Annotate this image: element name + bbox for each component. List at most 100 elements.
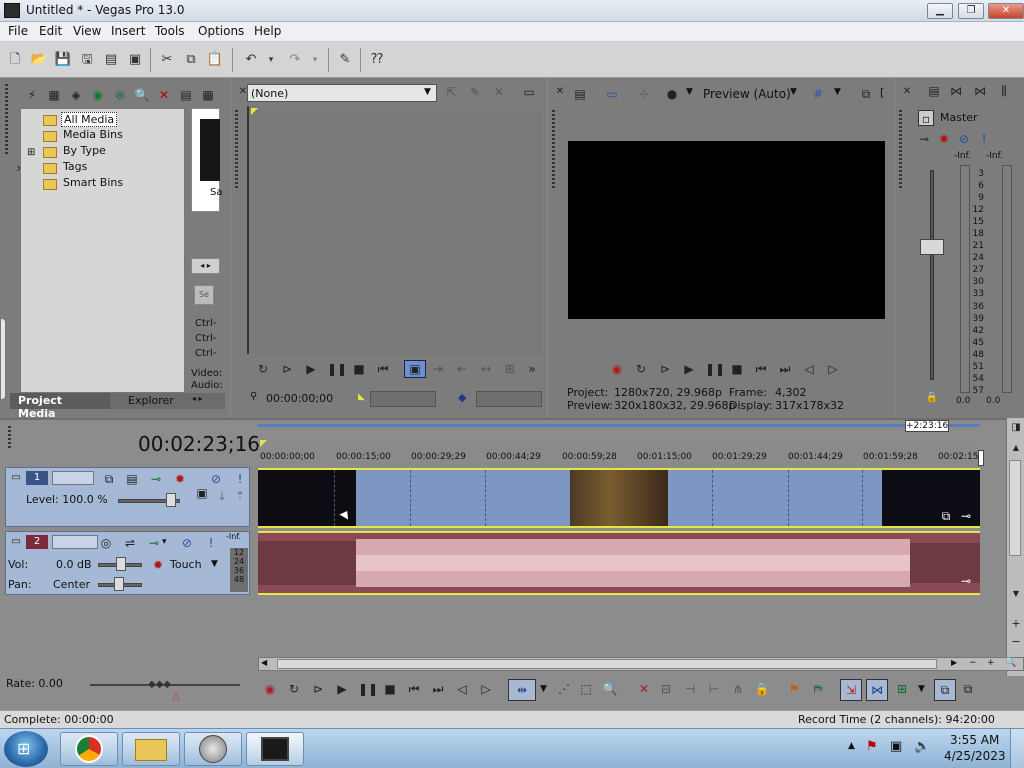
edit-icon[interactable]: ✎ xyxy=(467,84,483,100)
go-to-end-icon[interactable]: ⏭ xyxy=(430,681,446,697)
new-file-icon[interactable]: 🗋 xyxy=(6,51,24,69)
fit-icon[interactable]: ↔ xyxy=(478,361,494,377)
menu-help[interactable]: Help xyxy=(252,24,283,38)
play-icon[interactable]: ▶ xyxy=(681,361,697,377)
maximize-button[interactable]: ❐ xyxy=(958,3,984,19)
timeline-horizontal-scrollbar[interactable]: ◀ ▶ − + 🔍 xyxy=(258,657,1024,671)
track-motion-icon[interactable]: ⊸ xyxy=(148,471,164,487)
zoom-tool-icon[interactable]: 🔍 xyxy=(1005,658,1016,668)
trimmer-out-field[interactable] xyxy=(476,391,542,407)
input-icon[interactable]: ǃ xyxy=(976,131,992,147)
media-scrollbar[interactable]: ◂ ▸ xyxy=(191,258,220,274)
external-monitor-icon[interactable]: ▭ xyxy=(604,86,620,102)
copy-snapshot-icon[interactable]: ⧉ xyxy=(858,86,874,102)
trim-icon[interactable]: ⊟ xyxy=(658,681,674,697)
trimmer-view[interactable] xyxy=(247,106,543,354)
lock-icon[interactable]: 🔒 xyxy=(754,681,770,697)
event-fx-icon[interactable]: ⊸ xyxy=(958,573,974,589)
insert-marker-icon[interactable]: ⚑ xyxy=(786,681,802,697)
start-button[interactable]: ⊞ xyxy=(4,731,48,767)
show-hidden-icons[interactable]: ▲ xyxy=(848,741,855,751)
clock-time[interactable]: 3:55 AM xyxy=(950,733,999,747)
tree-item-tags[interactable]: Tags xyxy=(63,160,87,173)
refresh-icon[interactable]: ◉ xyxy=(90,87,106,103)
overlays-icon[interactable]: ● xyxy=(664,86,680,102)
timeline-end-handle[interactable] xyxy=(978,450,984,466)
action-center-icon[interactable]: ⚑ xyxy=(866,739,878,754)
tab-project-media[interactable]: Project Media xyxy=(10,393,110,420)
menu-insert[interactable]: Insert xyxy=(109,24,147,38)
cut-icon[interactable]: ✂ xyxy=(158,51,176,69)
trim-start-icon[interactable]: ⊣ xyxy=(682,681,698,697)
paste-icon[interactable]: 📋 xyxy=(206,51,224,69)
more-icon[interactable]: » xyxy=(524,361,540,377)
envelope-tool-icon[interactable]: ⋰ xyxy=(556,681,572,697)
undo-dropdown-icon[interactable]: ▾ xyxy=(262,51,280,69)
show-desktop-button[interactable] xyxy=(1010,729,1024,768)
volume-slider-knob[interactable] xyxy=(116,557,126,571)
trimmer-select[interactable]: (None) ▼ xyxy=(247,84,437,102)
views-icon[interactable]: ▦ xyxy=(200,87,216,103)
record-icon[interactable]: ◉ xyxy=(609,361,625,377)
edit-tool-dropdown-icon[interactable]: ▼ xyxy=(540,684,547,694)
snapping-icon[interactable]: ⊞ xyxy=(894,681,910,697)
expand-icon[interactable]: ⊞ xyxy=(27,147,35,158)
play-icon[interactable]: ▶ xyxy=(334,681,350,697)
menu-tools[interactable]: Tools xyxy=(153,24,187,38)
video-preview-screen[interactable] xyxy=(568,141,885,319)
close-button[interactable]: ✕ xyxy=(988,3,1024,19)
fx-dropdown-icon[interactable]: ▾ xyxy=(162,537,167,547)
track-fx-icon[interactable]: ✹ xyxy=(172,471,188,487)
render-icon[interactable]: ▤ xyxy=(102,51,120,69)
scroll-right-icon[interactable]: ▶ xyxy=(951,658,957,667)
tree-item-media-bins[interactable]: Media Bins xyxy=(63,128,123,141)
tree-item-by-type[interactable]: By Type xyxy=(63,144,106,157)
get-media-icon[interactable]: ◈ xyxy=(68,87,84,103)
save-as-icon[interactable]: 🖫 xyxy=(78,51,96,69)
whats-this-help-icon[interactable]: ⁇ xyxy=(368,51,386,69)
timeline-grip[interactable] xyxy=(8,426,11,448)
delete-icon[interactable]: ✕ xyxy=(636,681,652,697)
properties-icon[interactable]: ▤ xyxy=(572,86,588,102)
fx-icon[interactable]: ✹ xyxy=(936,131,952,147)
level-slider-knob[interactable] xyxy=(166,493,176,507)
go-to-start-icon[interactable]: ⏮ xyxy=(753,361,769,377)
timeline-vertical-scrollbar[interactable]: ◨ ▲ ▼ + − xyxy=(1006,418,1024,676)
eraser-icon[interactable]: ✎ xyxy=(336,51,354,69)
pan-crop-icon[interactable]: ⧉ xyxy=(938,508,954,524)
loop-icon[interactable]: ↻ xyxy=(286,681,302,697)
dim-output-icon[interactable]: ⋈ xyxy=(972,83,988,99)
next-frame-icon[interactable]: ▷ xyxy=(478,681,494,697)
stop-icon[interactable]: ■ xyxy=(351,361,367,377)
trim-end-icon[interactable]: ⊢ xyxy=(706,681,722,697)
volume-icon[interactable]: 🔈 xyxy=(914,739,930,754)
automation-mode[interactable]: Touch xyxy=(170,558,202,571)
video-clip-thumbnail[interactable] xyxy=(570,470,668,526)
go-to-start-icon[interactable]: ⏮ xyxy=(375,361,391,377)
mode-dropdown-icon[interactable]: ▼ xyxy=(211,559,218,569)
marker-toggle-icon[interactable]: ◨ xyxy=(1008,420,1024,436)
network-icon[interactable]: ▣ xyxy=(890,739,902,754)
video-clip-thumbnail[interactable] xyxy=(258,470,356,526)
normal-edit-tool-icon[interactable]: ⇹ xyxy=(508,679,536,701)
taskbar-chrome[interactable] xyxy=(60,732,118,766)
ignore-grouping-icon[interactable]: ⧉ xyxy=(960,681,976,697)
active-mode-icon[interactable]: ▣ xyxy=(404,360,426,378)
selection-tool-icon[interactable]: ⬚ xyxy=(578,681,594,697)
zoom-out-horizontal-icon[interactable]: − xyxy=(969,658,977,668)
insert-icon[interactable]: ⇥ xyxy=(430,361,446,377)
redo-dropdown-icon[interactable]: ▾ xyxy=(306,51,324,69)
menu-edit[interactable]: Edit xyxy=(37,24,64,38)
scroll-thumb[interactable] xyxy=(1009,460,1021,556)
pan-slider-knob[interactable] xyxy=(114,577,124,591)
minimize-track-icon[interactable]: ▭ xyxy=(8,470,24,486)
properties-icon[interactable]: ▣ xyxy=(126,51,144,69)
grid-icon[interactable]: # xyxy=(810,86,826,102)
close-panel-icon[interactable]: ✕ xyxy=(552,84,568,100)
close-panel-icon[interactable]: ✕ xyxy=(899,84,915,100)
split-icon[interactable]: ⋔ xyxy=(730,681,746,697)
lock-envelopes-icon[interactable]: ⧉ xyxy=(934,679,956,701)
scroll-down-icon[interactable]: ▼ xyxy=(1008,586,1024,602)
overwrite-icon[interactable]: ⇤ xyxy=(454,361,470,377)
track-name-field[interactable] xyxy=(52,535,98,549)
